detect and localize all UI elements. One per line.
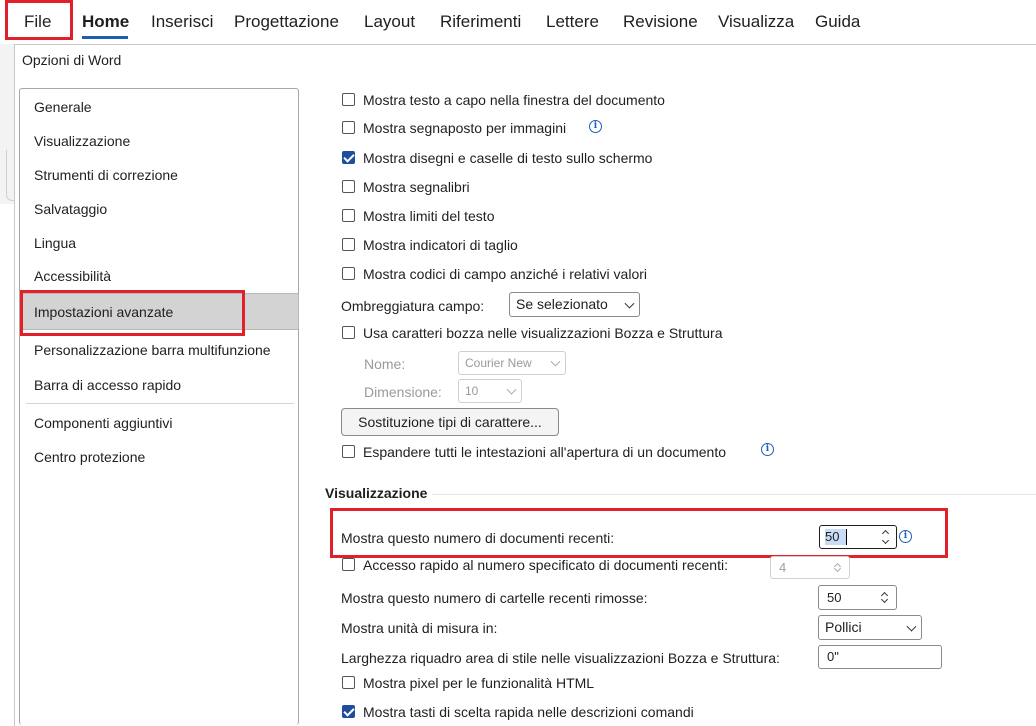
field-codes-checkbox[interactable] [342, 267, 355, 280]
placeholders-checkbox[interactable] [342, 121, 355, 134]
style-width-label: Larghezza riquadro area di stile nelle v… [341, 650, 780, 666]
tab-layout[interactable]: Layout [364, 12, 415, 32]
section-divider [432, 494, 1036, 495]
expand-headings-checkbox[interactable] [342, 445, 355, 458]
tab-home[interactable]: Home [82, 12, 129, 32]
expand-headings-label: Espandere tutti le intestazioni all'aper… [363, 444, 727, 460]
field-codes-label: Mostra codici di campo anziché i relativ… [363, 266, 647, 282]
wrap-text-label: Mostra testo a capo nella finestra del d… [363, 92, 665, 108]
bookmarks-label: Mostra segnalibri [363, 179, 470, 195]
ribbon: File Home Inserisci Progettazione Layout… [0, 0, 1036, 44]
tab-revisione[interactable]: Revisione [623, 12, 698, 32]
chevron-down-icon [506, 384, 517, 395]
active-tab-indicator [82, 36, 128, 39]
units-value: Pollici [825, 619, 862, 635]
options-sidebar [19, 88, 299, 725]
info-icon[interactable]: i [761, 443, 774, 456]
crop-marks-label: Mostra indicatori di taglio [363, 237, 518, 253]
spin-down-icon[interactable] [880, 595, 889, 604]
tab-guida[interactable]: Guida [815, 12, 860, 32]
recent-folders-value: 50 [827, 590, 842, 605]
recent-docs-highlight [330, 508, 948, 558]
shortcut-keys-label: Mostra tasti di scelta rapida nelle desc… [363, 704, 694, 720]
chevron-down-icon [550, 356, 561, 367]
bookmarks-checkbox[interactable] [342, 180, 355, 193]
text-bounds-checkbox[interactable] [342, 209, 355, 222]
recent-folders-spinner[interactable]: 50 [818, 585, 897, 610]
tab-visualizza[interactable]: Visualizza [718, 12, 794, 32]
units-label: Mostra unità di misura in: [341, 620, 498, 636]
sidebar-item-barra-accesso-rapido[interactable]: Barra di accesso rapido [34, 377, 181, 393]
tab-lettere[interactable]: Lettere [546, 12, 599, 32]
font-name-label: Nome: [364, 356, 406, 372]
font-name-dropdown[interactable]: Courier New [458, 351, 566, 375]
quick-access-checkbox[interactable] [342, 558, 355, 571]
sidebar-item-centro-protezione[interactable]: Centro protezione [34, 449, 145, 465]
tab-riferimenti[interactable]: Riferimenti [440, 12, 521, 32]
font-size-dropdown[interactable]: 10 [458, 379, 522, 403]
pixels-html-label: Mostra pixel per le funzionalità HTML [363, 675, 595, 691]
recent-folders-label: Mostra questo numero di cartelle recenti… [341, 590, 648, 606]
section-title-visualizzazione: Visualizzazione [325, 485, 428, 501]
sidebar-item-lingua[interactable]: Lingua [34, 235, 76, 251]
file-tab-highlight [5, 0, 73, 40]
sidebar-item-personalizzazione-barra[interactable]: Personalizzazione barra multifunzione [34, 342, 271, 358]
pixels-html-checkbox[interactable] [342, 676, 355, 689]
drawings-checkbox[interactable] [342, 151, 355, 164]
font-size-label: Dimensione: [364, 384, 442, 400]
field-shading-dropdown[interactable]: Se selezionato [509, 292, 640, 317]
style-width-input[interactable]: 0" [818, 645, 942, 669]
font-substitution-button[interactable]: Sostituzione tipi di carattere... [341, 408, 559, 436]
draft-font-label: Usa caratteri bozza nelle visualizzazion… [363, 325, 723, 341]
sidebar-item-generale[interactable]: Generale [34, 99, 92, 115]
tab-inserisci[interactable]: Inserisci [151, 12, 213, 32]
dialog-title: Opzioni di Word [22, 52, 122, 68]
sidebar-item-strumenti-correzione[interactable]: Strumenti di correzione [34, 167, 178, 183]
font-size-value: 10 [465, 384, 479, 398]
quick-access-spinner[interactable]: 4 [770, 556, 850, 579]
text-bounds-label: Mostra limiti del testo [363, 208, 495, 224]
sidebar-item-componenti-aggiuntivi[interactable]: Componenti aggiuntivi [34, 415, 173, 431]
field-shading-label: Ombreggiatura campo: [341, 298, 485, 314]
units-dropdown[interactable]: Pollici [818, 615, 922, 640]
tab-progettazione[interactable]: Progettazione [234, 12, 339, 32]
sidebar-item-accessibilita[interactable]: Accessibilità [34, 268, 111, 284]
style-width-value: 0" [827, 649, 839, 664]
field-shading-value: Se selezionato [516, 296, 608, 312]
selected-item-highlight [20, 290, 245, 336]
info-icon[interactable]: i [589, 120, 602, 133]
shortcut-keys-checkbox[interactable] [342, 705, 355, 718]
draft-font-checkbox[interactable] [342, 326, 355, 339]
font-name-value: Courier New [465, 356, 532, 370]
sidebar-item-salvataggio[interactable]: Salvataggio [34, 201, 107, 217]
chevron-down-icon [906, 621, 917, 632]
quick-access-value: 4 [779, 560, 787, 575]
wrap-text-checkbox[interactable] [342, 93, 355, 106]
sidebar-separator [26, 403, 294, 404]
crop-marks-checkbox[interactable] [342, 238, 355, 251]
drawings-label: Mostra disegni e caselle di testo sullo … [363, 150, 653, 166]
placeholders-label: Mostra segnaposto per immagini [363, 120, 567, 136]
chevron-down-icon [624, 298, 635, 309]
sidebar-item-visualizzazione[interactable]: Visualizzazione [34, 133, 130, 149]
quick-access-label: Accesso rapido al numero specificato di … [363, 557, 728, 573]
